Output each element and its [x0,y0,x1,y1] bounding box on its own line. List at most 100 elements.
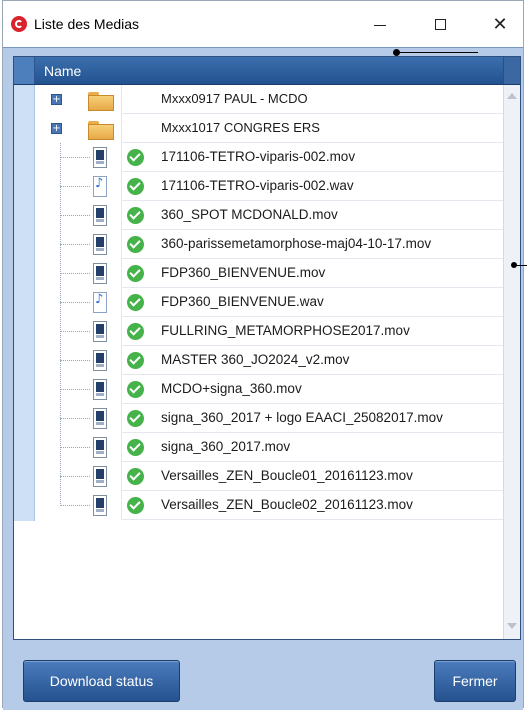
tree-file-row[interactable]: signa_360_2017.mov [14,433,503,462]
cell-separator [121,230,122,259]
tree-header: Name [14,57,520,85]
tree-file-row[interactable]: MASTER 360_JO2024_v2.mov [14,346,503,375]
file-label: Versailles_ZEN_Boucle01_20161123.mov [161,468,413,483]
column-header-name[interactable]: Name [44,63,81,79]
cell-separator [121,288,122,317]
status-ok-icon [127,410,144,427]
cell-separator [121,404,122,433]
title-bar[interactable]: Liste des Medias ✕ [3,1,523,47]
tree-file-row[interactable]: FDP360_BIENVENUE.wav [14,288,503,317]
status-ok-icon [127,265,144,282]
tree-connector [60,418,90,420]
status-ok-icon [127,468,144,485]
video-file-icon [93,205,107,226]
tree-connector [60,476,90,478]
cell-separator [121,317,122,346]
video-file-icon [93,321,107,342]
row-divider [121,519,503,520]
header-scroll-corner [503,57,520,84]
video-file-icon [93,495,107,516]
tree-connector [60,244,90,246]
status-ok-icon [127,497,144,514]
cell-separator [121,259,122,288]
window-title: Liste des Medias [34,16,140,32]
expand-icon[interactable]: + [51,123,62,134]
tree-connector [60,505,90,507]
tree-file-row[interactable]: 360_SPOT MCDONALD.mov [14,201,503,230]
status-ok-icon [127,149,144,166]
expand-icon[interactable]: + [51,94,62,105]
status-ok-icon [127,178,144,195]
annotation-line [396,52,478,53]
tree-file-row[interactable]: 171106-TETRO-viparis-002.mov [14,143,503,172]
tree-connector [60,389,90,391]
file-label: FDP360_BIENVENUE.mov [161,265,326,280]
audio-file-icon [93,292,107,313]
status-ok-icon [127,381,144,398]
media-tree[interactable]: Name + Mxxx0917 PAUL - MCDO + Mxxx1017 CONG… [13,56,521,640]
minimize-icon [374,24,386,26]
header-indicator-cell [14,57,35,84]
video-file-icon [93,234,107,255]
cell-separator [121,491,122,520]
cell-separator [121,114,122,143]
video-file-icon [93,379,107,400]
folder-label: Mxxx1017 CONGRES ERS [161,120,320,135]
scroll-up-icon[interactable] [507,93,517,99]
cell-separator [121,346,122,375]
tree-connector [60,447,90,449]
file-label: Versailles_ZEN_Boucle02_20161123.mov [161,497,413,512]
annotation-line [516,265,527,266]
file-label: signa_360_2017.mov [161,439,291,454]
file-label: 171106-TETRO-viparis-002.wav [161,178,354,193]
status-ok-icon [127,294,144,311]
tree-file-row[interactable]: 171106-TETRO-viparis-002.wav [14,172,503,201]
cell-separator [121,462,122,491]
status-ok-icon [127,439,144,456]
close-window-button[interactable]: ✕ [477,1,523,47]
tree-file-row[interactable]: Versailles_ZEN_Boucle02_20161123.mov [14,491,503,520]
folder-icon [88,121,114,140]
tree-connector [60,273,90,275]
tree-file-row[interactable]: 360-parissemetamorphose-maj04-10-17.mov [14,230,503,259]
minimize-button[interactable] [357,1,403,47]
file-label: 171106-TETRO-viparis-002.mov [161,149,356,164]
cell-separator [121,143,122,172]
dialog-client-area: Name + Mxxx0917 PAUL - MCDO + Mxxx1017 CONG… [3,47,523,710]
tree-file-row[interactable]: signa_360_2017 + logo EAACI_25082017.mov [14,404,503,433]
tree-file-row[interactable]: MCDO+signa_360.mov [14,375,503,404]
cell-separator [121,201,122,230]
tree-file-row[interactable]: FULLRING_METAMORPHOSE2017.mov [14,317,503,346]
video-file-icon [93,147,107,168]
tree-folder-row[interactable]: + Mxxx1017 CONGRES ERS [14,114,503,143]
close-icon: ✕ [492,13,508,34]
download-status-button[interactable]: Download status [23,660,180,702]
status-ok-icon [127,323,144,340]
cell-separator [121,85,122,114]
status-ok-icon [127,352,144,369]
file-label: signa_360_2017 + logo EAACI_25082017.mov [161,410,443,425]
audio-file-icon [93,176,107,197]
tree-connector [60,215,90,217]
tree-connector [60,157,90,159]
maximize-icon [434,18,446,30]
app-logo-icon [11,16,27,32]
tree-file-row[interactable]: Versailles_ZEN_Boucle01_20161123.mov [14,462,503,491]
file-label: MASTER 360_JO2024_v2.mov [161,352,350,367]
tree-connector [60,331,90,333]
cell-separator [121,375,122,404]
file-label: MCDO+signa_360.mov [161,381,302,396]
file-label: FDP360_BIENVENUE.wav [161,294,324,309]
video-file-icon [93,437,107,458]
maximize-button[interactable] [417,1,463,47]
media-list-window: Liste des Medias ✕ Name + Mxxx0917 PAUL -… [2,0,524,710]
tree-connector [60,186,90,188]
video-file-icon [93,466,107,487]
file-label: 360-parissemetamorphose-maj04-10-17.mov [161,236,432,251]
tree-file-row[interactable]: FDP360_BIENVENUE.mov [14,259,503,288]
scroll-down-icon[interactable] [507,623,517,629]
vertical-scrollbar[interactable] [503,85,520,639]
fermer-button[interactable]: Fermer [434,660,516,702]
tree-folder-row[interactable]: + Mxxx0917 PAUL - MCDO [14,85,503,114]
status-ok-icon [127,207,144,224]
